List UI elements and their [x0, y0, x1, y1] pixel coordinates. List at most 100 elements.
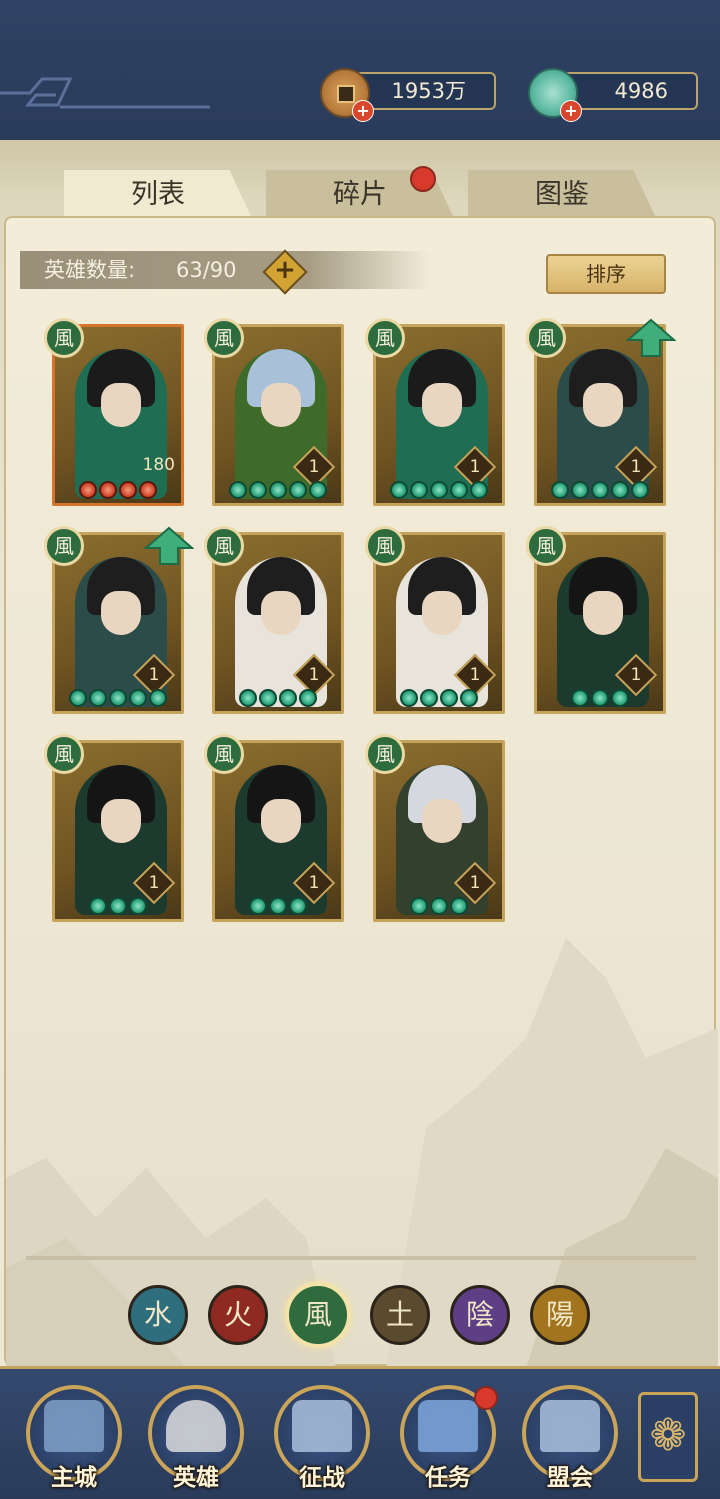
- copper-coin-icon: +: [320, 68, 374, 122]
- hero-level: 1: [308, 665, 320, 685]
- hero-face: [101, 383, 141, 427]
- scroll-bell-icon: [418, 1400, 478, 1452]
- hero-face: [583, 591, 623, 635]
- wind-element-icon[interactable]: 風: [285, 1282, 351, 1348]
- hero-face: [101, 591, 141, 635]
- hero-level: 1: [308, 457, 320, 477]
- wind-element-icon: 風: [526, 318, 566, 358]
- star-icon: [410, 481, 428, 499]
- star-icon: [99, 481, 117, 499]
- top-resource-bar: + 1953万 + 4986: [0, 0, 720, 140]
- wind-element-icon: 風: [44, 734, 84, 774]
- nav-label: 征战: [299, 1465, 345, 1491]
- star-icon: [289, 897, 307, 915]
- star-icon: [591, 481, 609, 499]
- hero-face: [422, 799, 462, 843]
- hero-stars: [215, 689, 341, 707]
- hero-level: 1: [308, 873, 320, 893]
- hero-level: 1: [469, 873, 481, 893]
- hero-stars: [215, 481, 341, 499]
- star-icon: [249, 481, 267, 499]
- star-icon: [430, 897, 448, 915]
- star-icon: [440, 689, 458, 707]
- star-icon: [109, 897, 127, 915]
- hero-stars: [55, 689, 181, 707]
- star-icon: [89, 689, 107, 707]
- star-icon: [89, 897, 107, 915]
- fire-element-icon[interactable]: 火: [208, 1285, 268, 1345]
- castle-icon: [44, 1400, 104, 1452]
- star-icon: [460, 689, 478, 707]
- hero-level: 1: [148, 873, 160, 893]
- yang-element-icon[interactable]: 陽: [530, 1285, 590, 1345]
- hero-level: 1: [469, 665, 481, 685]
- star-icon: [239, 689, 257, 707]
- star-icon: [611, 689, 629, 707]
- star-icon: [69, 689, 87, 707]
- wind-element-icon: 風: [204, 318, 244, 358]
- hero-face: [261, 383, 301, 427]
- hero-face: [422, 383, 462, 427]
- wind-element-icon: 風: [365, 318, 405, 358]
- hero-face: [261, 591, 301, 635]
- star-icon: [129, 689, 147, 707]
- jade-shell-icon: +: [528, 68, 582, 122]
- star-icon: [259, 689, 277, 707]
- coin-amount: 1953万: [391, 79, 466, 103]
- tab-list[interactable]: 列表: [64, 170, 252, 218]
- yin-element-icon[interactable]: 陰: [450, 1285, 510, 1345]
- star-icon: [571, 481, 589, 499]
- notification-dot: [474, 1386, 498, 1410]
- tab-codex[interactable]: 图鉴: [468, 170, 656, 218]
- sort-button[interactable]: 排序: [546, 254, 666, 294]
- star-icon: [149, 689, 167, 707]
- pavilion-icon: [540, 1400, 600, 1452]
- star-icon: [611, 481, 629, 499]
- water-element-icon[interactable]: 水: [128, 1285, 188, 1345]
- star-icon: [631, 481, 649, 499]
- hero-level: 180: [142, 455, 175, 475]
- earth-element-icon[interactable]: 土: [370, 1285, 430, 1345]
- hero-face: [261, 799, 301, 843]
- hero-stars: [537, 689, 663, 707]
- hero-stars: [537, 481, 663, 499]
- coin-balance[interactable]: + 1953万: [320, 68, 496, 122]
- add-shells-icon[interactable]: +: [560, 100, 582, 122]
- star-icon: [450, 481, 468, 499]
- hero-stars: [376, 481, 502, 499]
- star-icon: [139, 481, 157, 499]
- menu-flower-icon[interactable]: ❁: [638, 1392, 698, 1482]
- star-icon: [79, 481, 97, 499]
- star-icon: [129, 897, 147, 915]
- hero-face: [422, 591, 462, 635]
- upgrade-arrow-icon: [626, 318, 676, 357]
- hero-face: [101, 799, 141, 843]
- nav-label: 盟会: [547, 1465, 593, 1491]
- wind-element-icon: 風: [44, 526, 84, 566]
- star-icon: [279, 689, 297, 707]
- hero-level: 1: [148, 665, 160, 685]
- notification-dot: [410, 166, 436, 192]
- shell-amount: 4986: [614, 79, 668, 103]
- pattern-ornament: [0, 77, 210, 109]
- star-icon: [249, 897, 267, 915]
- hero-stars: [215, 897, 341, 915]
- star-icon: [299, 689, 317, 707]
- plus-icon: +: [274, 255, 296, 285]
- star-icon: [420, 689, 438, 707]
- star-icon: [269, 897, 287, 915]
- nav-label: 主城: [51, 1465, 97, 1491]
- wind-element-icon: 風: [204, 526, 244, 566]
- hero-stars: [376, 689, 502, 707]
- star-icon: [591, 689, 609, 707]
- star-icon: [450, 897, 468, 915]
- star-icon: [109, 689, 127, 707]
- star-icon: [119, 481, 137, 499]
- star-icon: [410, 897, 428, 915]
- hero-level: 1: [630, 665, 642, 685]
- wind-element-icon: 風: [365, 526, 405, 566]
- add-coins-icon[interactable]: +: [352, 100, 374, 122]
- star-icon: [289, 481, 307, 499]
- shell-balance[interactable]: + 4986: [528, 68, 698, 122]
- wind-element-icon: 風: [44, 318, 84, 358]
